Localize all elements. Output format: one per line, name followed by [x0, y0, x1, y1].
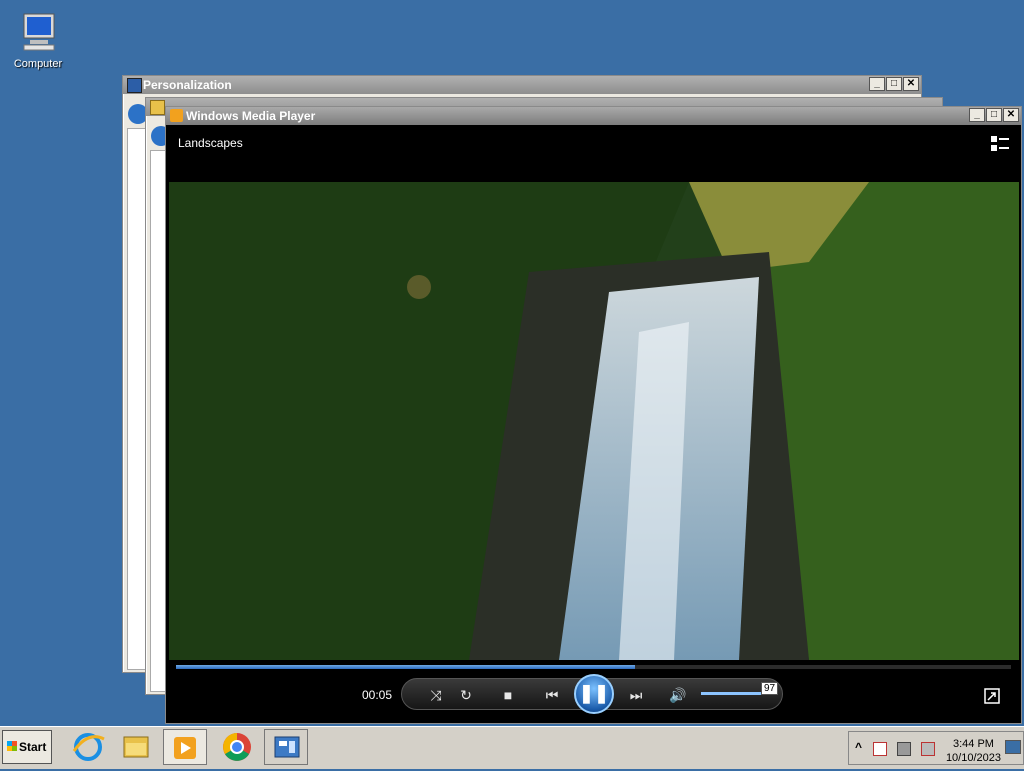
desktop-icon-computer[interactable]: Computer [8, 10, 68, 70]
window-title: Windows Media Player [186, 109, 316, 123]
maximize-button[interactable]: □ [986, 108, 1002, 122]
volume-tooltip: 97 [761, 682, 779, 695]
personalization-icon [127, 78, 142, 93]
media-player-window[interactable]: Windows Media Player _ □ ✕ Landscapes 00… [165, 106, 1022, 724]
stop-button[interactable]: ■ [498, 685, 518, 705]
start-label: Start [19, 740, 47, 754]
video-display[interactable] [169, 182, 1019, 660]
network-icon[interactable] [897, 742, 911, 756]
mute-button[interactable]: 🔊 [668, 685, 688, 705]
windows-media-player-icon[interactable] [163, 729, 207, 765]
window-body [150, 150, 166, 692]
seek-bar[interactable] [176, 665, 1011, 669]
now-playing-header: Landscapes [166, 126, 1021, 181]
seek-progress [176, 665, 636, 669]
shuffle-button[interactable]: ⤨ [426, 685, 446, 705]
computer-icon [16, 10, 60, 54]
desktop-icon-label: Computer [13, 58, 63, 70]
internet-explorer-icon[interactable] [66, 729, 110, 765]
volume-muted-icon[interactable] [921, 742, 935, 756]
maximize-button[interactable]: □ [886, 77, 902, 91]
waterfall-video-frame [169, 182, 1019, 660]
minimize-button[interactable]: _ [869, 77, 885, 91]
system-tray: ^ 3:44 PM 10/10/2023 [848, 731, 1024, 765]
now-playing-title: Landscapes [178, 136, 243, 150]
show-desktop-button[interactable] [1005, 740, 1021, 754]
minimize-button[interactable]: _ [969, 108, 985, 122]
clock-date: 10/10/2023 [945, 752, 1001, 764]
windows-flag-icon [7, 741, 17, 751]
repeat-button[interactable]: ↻ [456, 685, 476, 705]
switch-to-library-icon[interactable] [991, 136, 1009, 152]
start-button[interactable]: Start [2, 730, 52, 764]
folder-icon [150, 100, 165, 115]
close-button[interactable]: ✕ [903, 77, 919, 91]
elapsed-time: 00:05 [362, 688, 393, 702]
pause-button[interactable]: ❚❚ [574, 674, 614, 714]
window-title: Personalization [143, 78, 232, 92]
chrome-icon[interactable] [215, 729, 259, 765]
close-button[interactable]: ✕ [1003, 108, 1019, 122]
taskbar: Start ^ 3:44 PM 10/10/2023 [0, 726, 1024, 769]
action-center-icon[interactable] [873, 742, 887, 756]
volume-slider[interactable] [701, 692, 763, 695]
clock[interactable]: 3:44 PM 10/10/2023 [946, 737, 1001, 765]
volume-level [701, 692, 762, 695]
previous-button[interactable]: ⏮ [534, 685, 570, 705]
show-hidden-icons-button[interactable]: ^ [855, 740, 862, 754]
media-player-icon [170, 109, 183, 122]
next-button[interactable]: ⏭ [618, 685, 654, 705]
file-explorer-icon[interactable] [114, 729, 158, 765]
clock-time: 3:44 PM [952, 738, 994, 750]
switch-to-skin-icon[interactable] [984, 688, 1000, 704]
server-manager-icon[interactable] [264, 729, 308, 765]
playback-controls: 00:05 ⤨ ↻ ■ ⏮ ❚❚ ⏭ 🔊 97 [166, 660, 1021, 723]
